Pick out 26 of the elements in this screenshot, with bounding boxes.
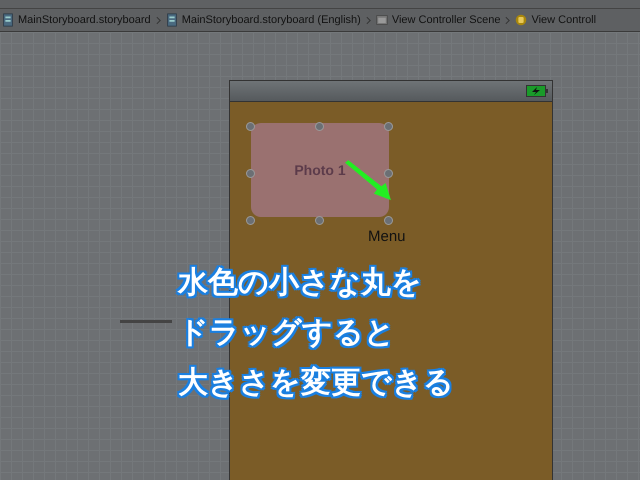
battery-icon: [526, 85, 548, 97]
chevron-icon: [366, 16, 371, 24]
resize-handle[interactable]: [384, 122, 393, 131]
breadcrumb-item[interactable]: MainStoryboard.storyboard (English): [182, 14, 361, 26]
scene-icon: [376, 13, 388, 27]
segue-line: [120, 320, 172, 323]
chevron-icon: [156, 16, 161, 24]
resize-handle[interactable]: [246, 122, 255, 131]
resize-handle[interactable]: [246, 216, 255, 225]
document-icon: [166, 13, 178, 27]
caption-text: 大きさを変更できる: [178, 364, 454, 402]
resize-handle[interactable]: [384, 169, 393, 178]
caption-text: ドラッグすると: [178, 314, 395, 352]
breadcrumb-item[interactable]: View Controll: [531, 14, 596, 26]
resize-handle[interactable]: [315, 216, 324, 225]
caption-text: 水色の小さな丸を: [178, 264, 422, 302]
document-icon: [2, 13, 14, 27]
resize-handle[interactable]: [384, 216, 393, 225]
menu-label: Menu: [368, 228, 406, 245]
controller-icon: [515, 13, 528, 27]
breadcrumb-item[interactable]: View Controller Scene: [392, 14, 500, 26]
breadcrumb-item[interactable]: MainStoryboard.storyboard: [18, 14, 151, 26]
resize-handle[interactable]: [315, 122, 324, 131]
chevron-icon: [505, 16, 510, 24]
resize-handle[interactable]: [246, 169, 255, 178]
photo-button[interactable]: Photo 1: [251, 123, 389, 217]
